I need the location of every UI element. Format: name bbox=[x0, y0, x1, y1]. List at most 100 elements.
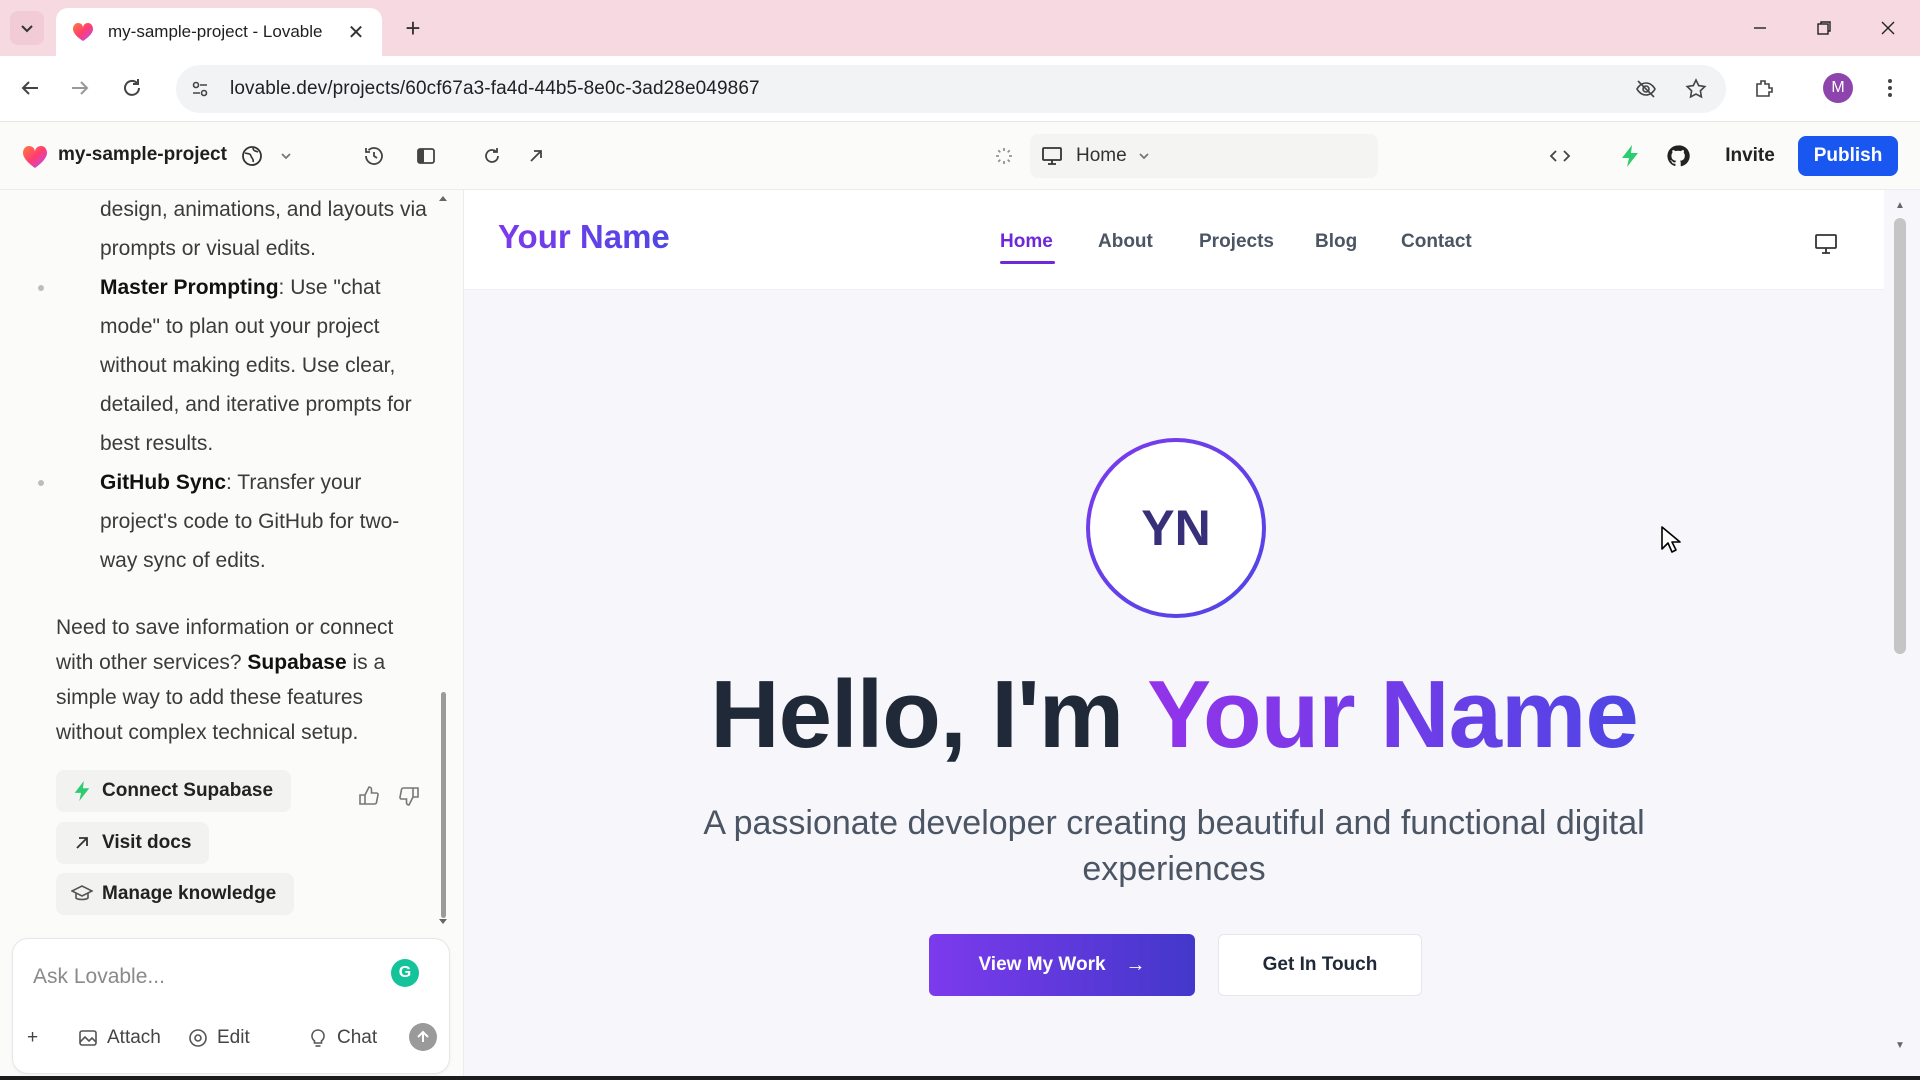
site-preview[interactable]: Your Name Home About Projects Blog Conta… bbox=[464, 190, 1920, 1080]
sidebar-toggle-icon[interactable] bbox=[408, 138, 444, 174]
lovable-logo-icon bbox=[23, 146, 47, 168]
avatar-initials: YN bbox=[1090, 442, 1262, 614]
nav-link-projects[interactable]: Projects bbox=[1199, 231, 1274, 253]
browser-toolbar: lovable.dev/projects/60cf67a3-fa4d-44b5-… bbox=[0, 56, 1920, 122]
view-my-work-button[interactable]: View My Work → bbox=[929, 934, 1195, 996]
desktop-icon[interactable] bbox=[1812, 230, 1840, 258]
project-name[interactable]: my-sample-project bbox=[58, 144, 227, 166]
visit-docs-label: Visit docs bbox=[102, 832, 192, 853]
list-item: design, animations, and layouts via prom… bbox=[56, 190, 436, 268]
menu-icon[interactable] bbox=[1870, 68, 1910, 108]
target-icon bbox=[187, 1027, 209, 1049]
hero-prefix: Hello, I'm bbox=[710, 661, 1148, 768]
eye-off-icon[interactable] bbox=[1626, 69, 1666, 109]
visit-docs-button[interactable]: Visit docs bbox=[56, 822, 210, 864]
open-external-icon[interactable] bbox=[518, 138, 554, 174]
nav-link-about[interactable]: About bbox=[1098, 231, 1153, 253]
supabase-message: Need to save information or connect with… bbox=[56, 616, 394, 744]
chat-panel: design, animations, and layouts via prom… bbox=[0, 190, 464, 1080]
bolt-icon bbox=[70, 779, 94, 803]
chat-mode-button[interactable]: Chat bbox=[307, 1021, 377, 1055]
history-icon[interactable] bbox=[356, 138, 392, 174]
get-in-touch-button[interactable]: Get In Touch bbox=[1218, 934, 1422, 996]
chevron-down-icon bbox=[21, 25, 33, 33]
tab-title: my-sample-project - Lovable bbox=[108, 22, 323, 41]
bullet-dot bbox=[38, 285, 44, 291]
graduation-cap-icon bbox=[70, 882, 94, 906]
code-icon[interactable] bbox=[1542, 138, 1578, 174]
minimize-icon[interactable] bbox=[1736, 8, 1784, 48]
grammarly-icon[interactable]: G bbox=[391, 959, 419, 987]
ask-lovable-input[interactable] bbox=[33, 959, 373, 995]
browser-tab-strip: my-sample-project - Lovable ✕ + bbox=[0, 0, 1920, 56]
address-bar[interactable]: lovable.dev/projects/60cf67a3-fa4d-44b5-… bbox=[176, 65, 1726, 113]
url-text[interactable]: lovable.dev/projects/60cf67a3-fa4d-44b5-… bbox=[230, 78, 1626, 100]
mouse-cursor-icon bbox=[1661, 526, 1681, 553]
nav-link-blog[interactable]: Blog bbox=[1315, 231, 1357, 253]
scroll-up-icon[interactable]: ▲ bbox=[1894, 200, 1906, 212]
route-selector[interactable]: Home bbox=[1030, 134, 1378, 178]
edit-label: Edit bbox=[217, 1027, 250, 1048]
new-tab-button[interactable]: + bbox=[396, 11, 430, 45]
chat-message-list[interactable]: design, animations, and layouts via prom… bbox=[0, 190, 450, 930]
bolt-icon[interactable] bbox=[1612, 138, 1648, 174]
manage-knowledge-label: Manage knowledge bbox=[102, 883, 277, 904]
hero-heading: Hello, I'm Your Name bbox=[464, 660, 1884, 770]
edit-button[interactable]: Edit bbox=[187, 1021, 250, 1055]
tab-search-button[interactable] bbox=[10, 11, 44, 45]
chat-input-card: G + Attach Edit Chat bbox=[12, 938, 450, 1074]
back-icon[interactable] bbox=[10, 68, 50, 108]
image-icon bbox=[77, 1027, 99, 1049]
chat-label: Chat bbox=[337, 1027, 378, 1048]
nav-link-home[interactable]: Home bbox=[1000, 231, 1053, 253]
bullet-dot bbox=[38, 480, 44, 486]
route-label: Home bbox=[1076, 145, 1127, 166]
manage-knowledge-button[interactable]: Manage knowledge bbox=[56, 873, 295, 915]
invite-button[interactable]: Invite bbox=[1712, 136, 1788, 176]
reload-icon[interactable] bbox=[112, 68, 152, 108]
attach-label: Attach bbox=[107, 1027, 161, 1048]
arrow-up-right-icon bbox=[70, 831, 94, 855]
profile-initial: M bbox=[1823, 73, 1853, 103]
refresh-icon[interactable] bbox=[474, 138, 510, 174]
chat-scrollbar-thumb[interactable] bbox=[441, 692, 446, 918]
hero-subtitle: A passionate developer creating beautifu… bbox=[703, 804, 1645, 888]
scroll-down-icon[interactable]: ▼ bbox=[1894, 1040, 1906, 1052]
tip-title: Master Prompting bbox=[100, 276, 279, 299]
tab-close-icon[interactable]: ✕ bbox=[342, 18, 370, 46]
arrow-up-icon bbox=[417, 1030, 429, 1042]
tip-text: design, animations, and layouts via prom… bbox=[100, 198, 427, 260]
profile-avatar[interactable]: M bbox=[1818, 68, 1858, 108]
nav-link-contact[interactable]: Contact bbox=[1401, 231, 1472, 253]
star-icon[interactable] bbox=[1676, 69, 1716, 109]
hero-avatar: YN bbox=[1086, 438, 1266, 618]
preview-scrollbar-thumb[interactable] bbox=[1894, 218, 1906, 654]
extensions-icon[interactable] bbox=[1744, 68, 1784, 108]
tip-text: Master Prompting: Use "chat mode" to pla… bbox=[100, 276, 412, 455]
supabase-highlight: Supabase bbox=[247, 651, 347, 674]
app-header: my-sample-project Home Invite Publish bbox=[0, 122, 1920, 190]
forward-icon[interactable] bbox=[60, 68, 100, 108]
thumbs-down-icon[interactable] bbox=[393, 780, 425, 812]
browser-tab-active[interactable]: my-sample-project - Lovable ✕ bbox=[56, 8, 382, 56]
close-icon[interactable] bbox=[1864, 8, 1912, 48]
arrow-right-icon: → bbox=[1125, 953, 1146, 976]
plus-button[interactable]: + bbox=[27, 1021, 38, 1055]
site-brand[interactable]: Your Name bbox=[498, 218, 670, 256]
restore-icon[interactable] bbox=[1800, 8, 1848, 48]
chevron-down-icon[interactable] bbox=[268, 138, 304, 174]
send-button[interactable] bbox=[409, 1023, 437, 1051]
globe-icon[interactable] bbox=[234, 138, 270, 174]
github-icon[interactable] bbox=[1660, 138, 1696, 174]
publish-button[interactable]: Publish bbox=[1798, 136, 1898, 176]
connect-supabase-button[interactable]: Connect Supabase bbox=[56, 770, 292, 812]
hero-name: Your Name bbox=[1147, 661, 1639, 768]
attach-button[interactable]: Attach bbox=[77, 1021, 161, 1055]
view-my-work-label: View My Work bbox=[978, 954, 1106, 975]
taskbar-edge bbox=[0, 1076, 1920, 1080]
site-info-icon[interactable] bbox=[180, 69, 220, 109]
loading-icon bbox=[986, 138, 1022, 174]
thumbs-up-icon[interactable] bbox=[353, 780, 385, 812]
chevron-down-icon bbox=[1139, 153, 1149, 160]
monitor-icon bbox=[1042, 147, 1062, 165]
